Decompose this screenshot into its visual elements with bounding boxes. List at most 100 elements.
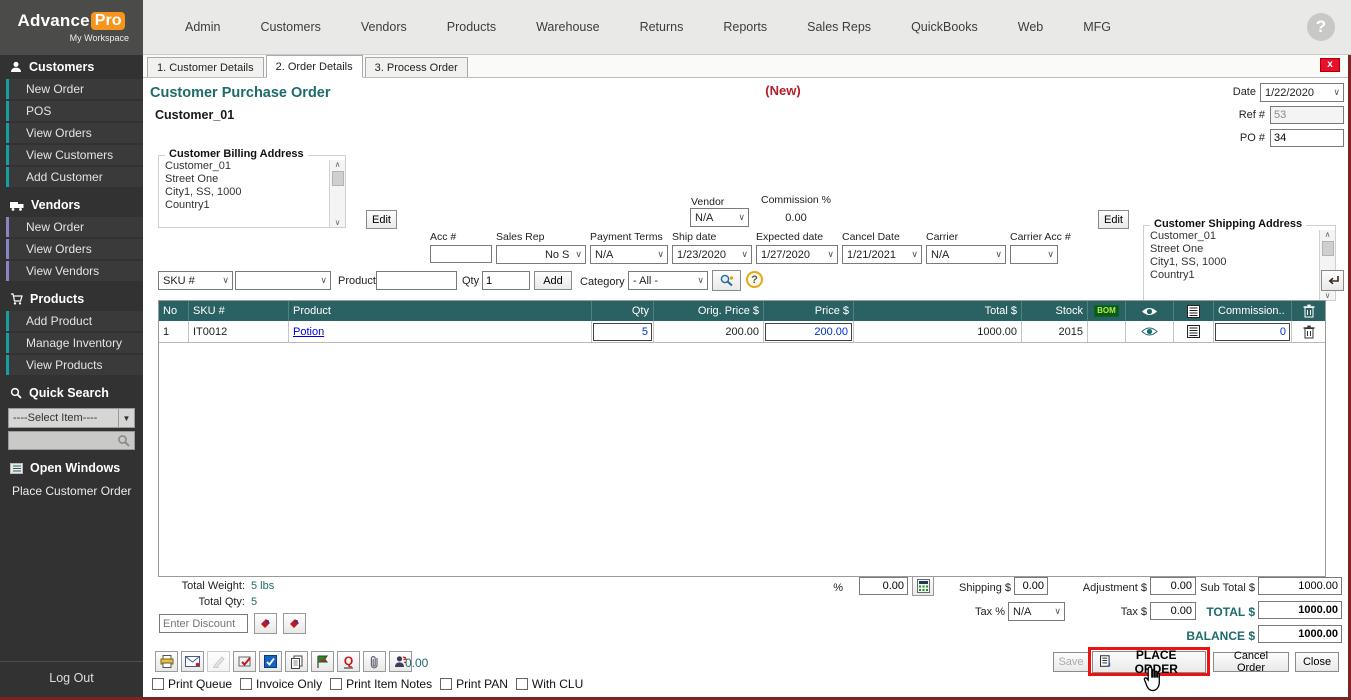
save-button[interactable]: Save: [1053, 652, 1089, 672]
discount-percent-input[interactable]: [859, 577, 908, 595]
nav-customers[interactable]: Customers: [240, 20, 340, 34]
sidebar-item-new-order[interactable]: New Order: [6, 79, 143, 99]
col-total: Total $: [854, 301, 1022, 321]
close-button[interactable]: Close: [1295, 652, 1339, 672]
total-weight-label: Total Weight:: [163, 580, 245, 592]
copy-button[interactable]: [285, 651, 308, 672]
nav-web[interactable]: Web: [998, 20, 1063, 34]
tax-percent-select[interactable]: N/A∨: [1008, 602, 1065, 621]
print-button[interactable]: [155, 651, 178, 672]
sidebar-item-vendor-view-orders[interactable]: View Orders: [6, 239, 143, 259]
checkbox-toggle-button[interactable]: [259, 651, 282, 672]
cancel-order-button[interactable]: Cancel Order: [1213, 652, 1289, 672]
scroll-thumb[interactable]: [332, 171, 344, 186]
signature-button[interactable]: [207, 651, 230, 672]
product-input[interactable]: [376, 271, 457, 290]
discount-input[interactable]: [159, 614, 248, 633]
sku-mode-select[interactable]: SKU #∨: [158, 271, 233, 290]
sidebar-item-vendor-new-order[interactable]: New Order: [6, 217, 143, 237]
edit-billing-button[interactable]: Edit: [366, 210, 397, 229]
nav-sales-reps[interactable]: Sales Reps: [787, 20, 891, 34]
flag-button[interactable]: [311, 651, 334, 672]
sidebar-item-view-orders[interactable]: View Orders: [6, 123, 143, 143]
cell-view[interactable]: [1126, 321, 1174, 342]
cell-notes[interactable]: [1174, 321, 1214, 342]
invoice-only-checkbox[interactable]: [240, 678, 252, 690]
po-input[interactable]: [1270, 129, 1344, 147]
quick-search-input[interactable]: [8, 431, 135, 450]
sidebar-item-add-product[interactable]: Add Product: [6, 311, 143, 331]
remove-discount-button[interactable]: [283, 613, 306, 634]
commission-cell-input[interactable]: 0: [1215, 323, 1290, 341]
tab-process-order[interactable]: 3. Process Order: [365, 57, 468, 77]
nav-quickbooks[interactable]: QuickBooks: [891, 20, 998, 34]
print-item-notes-checkbox[interactable]: [330, 678, 342, 690]
acc-input[interactable]: [430, 245, 492, 263]
edit-shipping-button[interactable]: Edit: [1098, 210, 1129, 229]
expected-date-select[interactable]: 1/27/2020∨: [756, 245, 838, 264]
tab-customer-details[interactable]: 1. Customer Details: [147, 57, 264, 77]
help-icon[interactable]: ?: [746, 271, 763, 288]
cancel-date-select[interactable]: 1/21/2021∨: [842, 245, 922, 264]
sidebar-item-manage-inventory[interactable]: Manage Inventory: [6, 333, 143, 353]
sidebar-item-view-vendors[interactable]: View Vendors: [6, 261, 143, 281]
scroll-up-icon[interactable]: ∧: [335, 160, 341, 169]
apply-discount-button[interactable]: [254, 613, 277, 634]
payment-terms-select[interactable]: N/A∨: [590, 245, 668, 264]
total-input[interactable]: [1258, 601, 1342, 619]
sidebar-item-view-customers[interactable]: View Customers: [6, 145, 143, 165]
sales-rep-select[interactable]: No S∨: [496, 245, 586, 264]
scroll-down-icon[interactable]: ∨: [1325, 291, 1331, 300]
tab-order-details[interactable]: 2. Order Details: [266, 55, 363, 78]
vendor-select[interactable]: N/A∨: [690, 208, 749, 227]
nav-returns[interactable]: Returns: [620, 20, 704, 34]
place-order-button[interactable]: PLACE ORDER: [1092, 651, 1206, 673]
add-button[interactable]: Add: [534, 271, 572, 290]
date-select[interactable]: 1/22/2020∨: [1260, 83, 1344, 102]
quick-report-button[interactable]: Q: [337, 651, 360, 672]
sidebar-item-view-products[interactable]: View Products: [6, 355, 143, 375]
scroll-up-icon[interactable]: ∧: [1325, 230, 1331, 239]
nav-reports[interactable]: Reports: [703, 20, 787, 34]
stamp-button[interactable]: [233, 651, 256, 672]
ship-date-select[interactable]: 1/23/2020∨: [672, 245, 752, 264]
scroll-thumb[interactable]: [1322, 241, 1334, 256]
print-queue-checkbox[interactable]: [152, 678, 164, 690]
product-link[interactable]: Potion: [293, 326, 324, 338]
price-cell-input[interactable]: 200.00: [765, 323, 852, 341]
ref-input[interactable]: [1270, 106, 1344, 124]
nav-products[interactable]: Products: [427, 20, 516, 34]
nav-mfg[interactable]: MFG: [1063, 20, 1131, 34]
nav-admin[interactable]: Admin: [165, 20, 240, 34]
carrier-acc-select[interactable]: ∨: [1010, 245, 1058, 264]
cell-delete[interactable]: [1292, 321, 1325, 342]
balance-input[interactable]: [1258, 625, 1342, 643]
trash-icon: [1303, 325, 1315, 339]
sidebar-item-pos[interactable]: POS: [6, 101, 143, 121]
scroll-down-icon[interactable]: ∨: [335, 218, 341, 227]
nav-warehouse[interactable]: Warehouse: [516, 20, 619, 34]
with-clu-checkbox[interactable]: [516, 678, 528, 690]
help-icon[interactable]: ?: [1307, 13, 1335, 41]
calculator-button[interactable]: [912, 576, 934, 596]
subtotal-input[interactable]: [1258, 577, 1342, 595]
advanced-search-button[interactable]: [712, 270, 741, 291]
email-button[interactable]: [181, 651, 204, 672]
nav-vendors[interactable]: Vendors: [341, 20, 427, 34]
carrier-select[interactable]: N/A∨: [926, 245, 1006, 264]
attachment-button[interactable]: [363, 651, 386, 672]
adjustment-input[interactable]: [1150, 577, 1196, 595]
qty-input[interactable]: [482, 271, 530, 290]
qty-cell-input[interactable]: 5: [593, 323, 652, 341]
open-window-place-customer-order[interactable]: Place Customer Order: [0, 479, 143, 502]
logout-button[interactable]: Log Out: [0, 661, 143, 697]
billing-scrollbar[interactable]: ∧ ∨: [329, 160, 345, 227]
sidebar-item-add-customer[interactable]: Add Customer: [6, 167, 143, 187]
quick-search-select[interactable]: ----Select Item---- ▼: [8, 408, 135, 428]
shipping-input[interactable]: [1014, 577, 1048, 595]
enter-button[interactable]: [1321, 270, 1344, 291]
sku-value-select[interactable]: ∨: [235, 271, 331, 290]
close-tab-button[interactable]: x: [1320, 58, 1340, 72]
category-select[interactable]: - All -∨: [628, 271, 708, 290]
print-pan-checkbox[interactable]: [440, 678, 452, 690]
